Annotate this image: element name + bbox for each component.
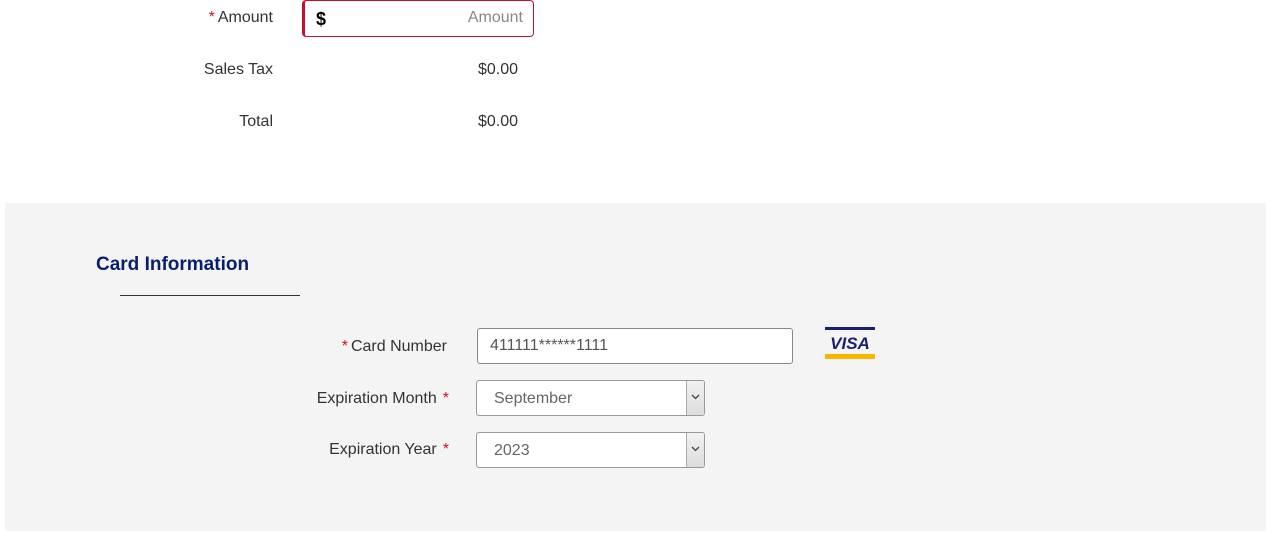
amount-label: * Amount bbox=[209, 9, 273, 27]
expiration-month-label: Expiration Month * bbox=[317, 390, 449, 408]
expiration-month-label-text: Expiration Month bbox=[316, 390, 437, 407]
visa-icon: VISA bbox=[825, 327, 875, 359]
total-value: $0.00 bbox=[477, 113, 518, 130]
dollar-icon: $ bbox=[316, 9, 327, 29]
expiration-month-value: September bbox=[494, 390, 573, 407]
total-label: Total bbox=[239, 113, 273, 130]
required-marker: * bbox=[442, 441, 449, 458]
required-marker: * bbox=[341, 338, 348, 355]
expiration-year-value: 2023 bbox=[494, 442, 530, 459]
amount-input[interactable] bbox=[335, 2, 523, 33]
amount-label-text: Amount bbox=[217, 9, 273, 26]
card-number-label: * Card Number bbox=[342, 338, 447, 356]
expiration-month-select[interactable]: September bbox=[476, 380, 705, 416]
sales-tax-value: $0.00 bbox=[477, 61, 518, 78]
card-number-input[interactable] bbox=[477, 328, 793, 364]
card-information-panel bbox=[5, 203, 1266, 531]
chevron-down-icon[interactable] bbox=[686, 381, 704, 415]
visa-brand-text: VISA bbox=[830, 334, 870, 353]
sales-tax-label: Sales Tax bbox=[203, 61, 273, 78]
title-divider bbox=[120, 295, 300, 296]
card-number-label-text: Card Number bbox=[350, 338, 447, 355]
required-marker: * bbox=[208, 9, 215, 26]
chevron-down-icon[interactable] bbox=[686, 433, 704, 467]
expiration-year-select[interactable]: 2023 bbox=[476, 432, 705, 468]
expiration-year-label: Expiration Year * bbox=[329, 441, 449, 459]
expiration-year-label-text: Expiration Year bbox=[329, 441, 437, 458]
card-information-title: Card Information bbox=[96, 254, 250, 275]
amount-field[interactable]: $ bbox=[302, 0, 534, 37]
required-marker: * bbox=[442, 390, 449, 407]
